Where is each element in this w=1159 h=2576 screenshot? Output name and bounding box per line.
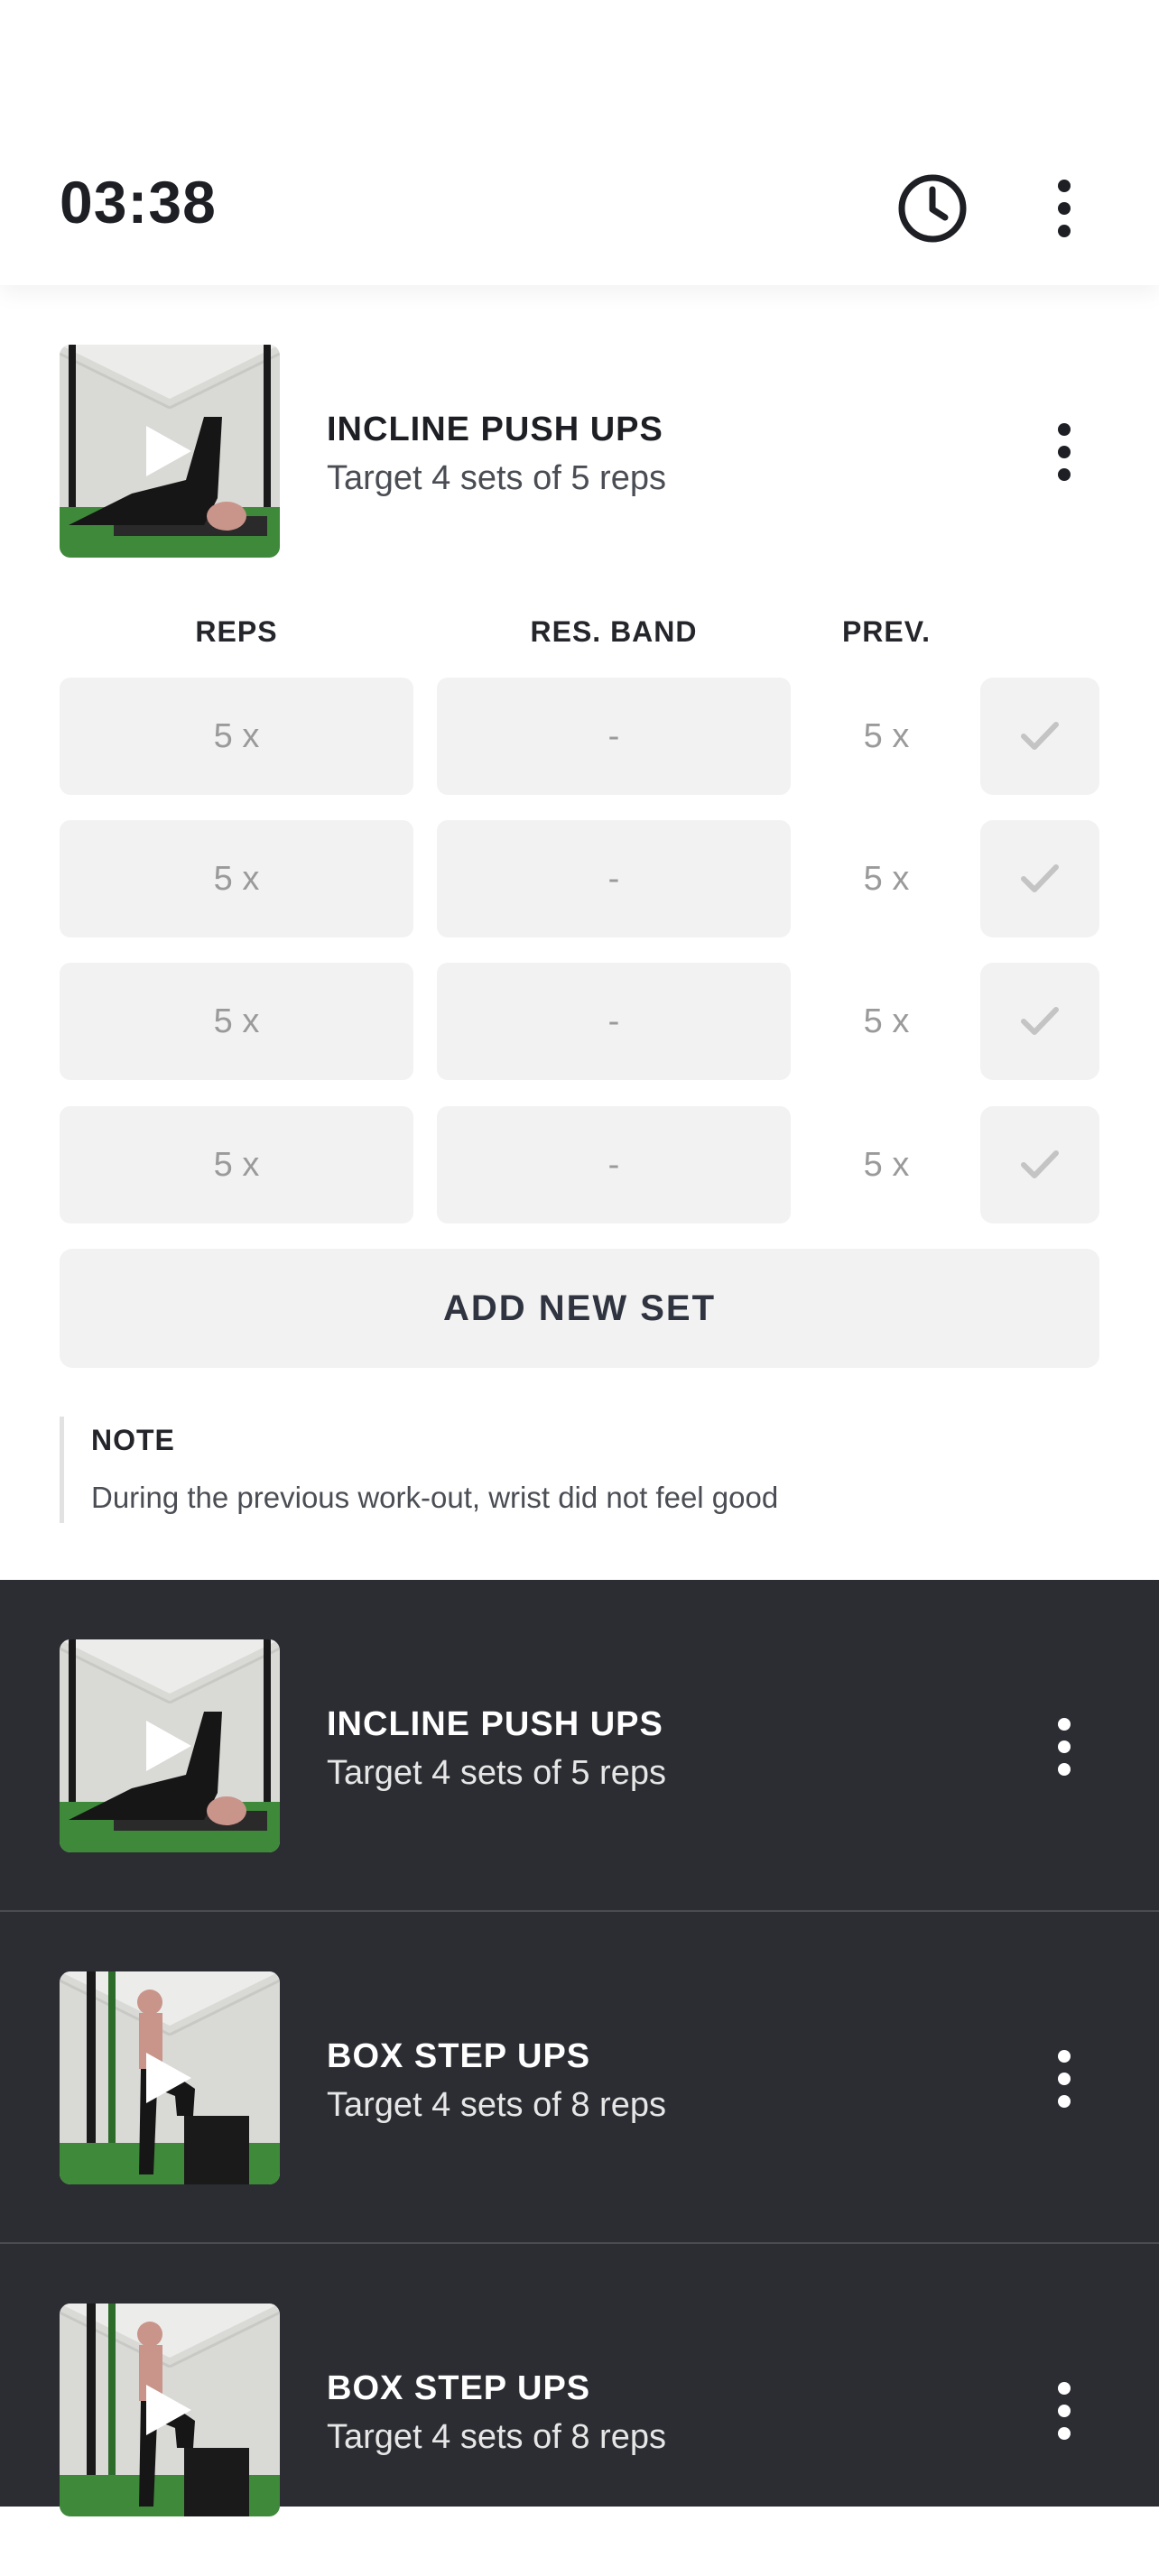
play-icon (146, 2053, 191, 2103)
reps-input[interactable]: 5 x (60, 820, 413, 937)
complete-set-button[interactable] (980, 820, 1099, 937)
play-icon (146, 2385, 191, 2435)
exercise-title: INCLINE PUSH UPS (327, 411, 663, 448)
exercise-target: Target 4 sets of 8 reps (327, 2418, 666, 2456)
note-text: During the previous work-out, wrist did … (91, 1481, 779, 1514)
column-header-band: RES. BAND (530, 615, 698, 648)
exercise-note: NOTE During the previous work-out, wrist… (60, 1417, 1098, 1523)
exercise-target: Target 4 sets of 5 reps (327, 459, 666, 497)
exercise-list: INCLINE PUSH UPS Target 4 sets of 5 reps (0, 1580, 1159, 2516)
note-title: NOTE (91, 1424, 175, 1456)
check-icon (1021, 722, 1059, 750)
list-item[interactable]: BOX STEP UPS Target 4 sets of 8 reps (0, 1912, 1159, 2244)
complete-set-button[interactable] (980, 1106, 1099, 1223)
column-header-reps: REPS (195, 615, 278, 648)
exercise-title: BOX STEP UPS (327, 2037, 591, 2075)
exercise-video-thumbnail[interactable] (60, 2304, 280, 2516)
complete-set-button[interactable] (980, 963, 1099, 1080)
workout-timer: 03:38 (60, 169, 217, 235)
more-vertical-icon[interactable] (1042, 2047, 1087, 2110)
more-vertical-icon[interactable] (1042, 420, 1087, 484)
clock-icon[interactable] (897, 173, 968, 244)
top-bar: 03:38 (0, 0, 1159, 285)
column-header-prev: PREV. (841, 615, 932, 648)
previous-value: 5 x (863, 859, 910, 898)
play-icon (146, 1721, 191, 1771)
play-icon (146, 426, 191, 476)
previous-value: 5 x (863, 716, 910, 755)
list-item[interactable]: BOX STEP UPS Target 4 sets of 8 reps (0, 2244, 1159, 2576)
active-exercise-panel: INCLINE PUSH UPS Target 4 sets of 5 reps… (0, 285, 1159, 1580)
more-vertical-icon[interactable] (1042, 1715, 1087, 1778)
more-vertical-icon[interactable] (1042, 2379, 1087, 2442)
check-icon (1021, 1007, 1059, 1035)
exercise-title: INCLINE PUSH UPS (327, 1705, 663, 1743)
exercise-target: Target 4 sets of 8 reps (327, 2086, 666, 2124)
previous-value: 5 x (863, 1145, 910, 1184)
exercise-title: BOX STEP UPS (327, 2369, 591, 2407)
add-new-set-button[interactable]: ADD NEW SET (60, 1249, 1099, 1368)
reps-input[interactable]: 5 x (60, 1106, 413, 1223)
exercise-video-thumbnail[interactable] (60, 1971, 280, 2184)
reps-input[interactable]: 5 x (60, 678, 413, 795)
band-input[interactable]: - (437, 1106, 791, 1223)
list-item[interactable]: INCLINE PUSH UPS Target 4 sets of 5 reps (0, 1580, 1159, 1912)
exercise-video-thumbnail[interactable] (60, 345, 280, 558)
check-icon (1021, 864, 1059, 892)
more-vertical-icon[interactable] (1042, 177, 1087, 240)
exercise-target: Target 4 sets of 5 reps (327, 1754, 666, 1792)
check-icon (1021, 1150, 1059, 1178)
exercise-video-thumbnail[interactable] (60, 1639, 280, 1852)
reps-input[interactable]: 5 x (60, 963, 413, 1080)
complete-set-button[interactable] (980, 678, 1099, 795)
previous-value: 5 x (863, 1002, 910, 1040)
band-input[interactable]: - (437, 963, 791, 1080)
band-input[interactable]: - (437, 678, 791, 795)
band-input[interactable]: - (437, 820, 791, 937)
